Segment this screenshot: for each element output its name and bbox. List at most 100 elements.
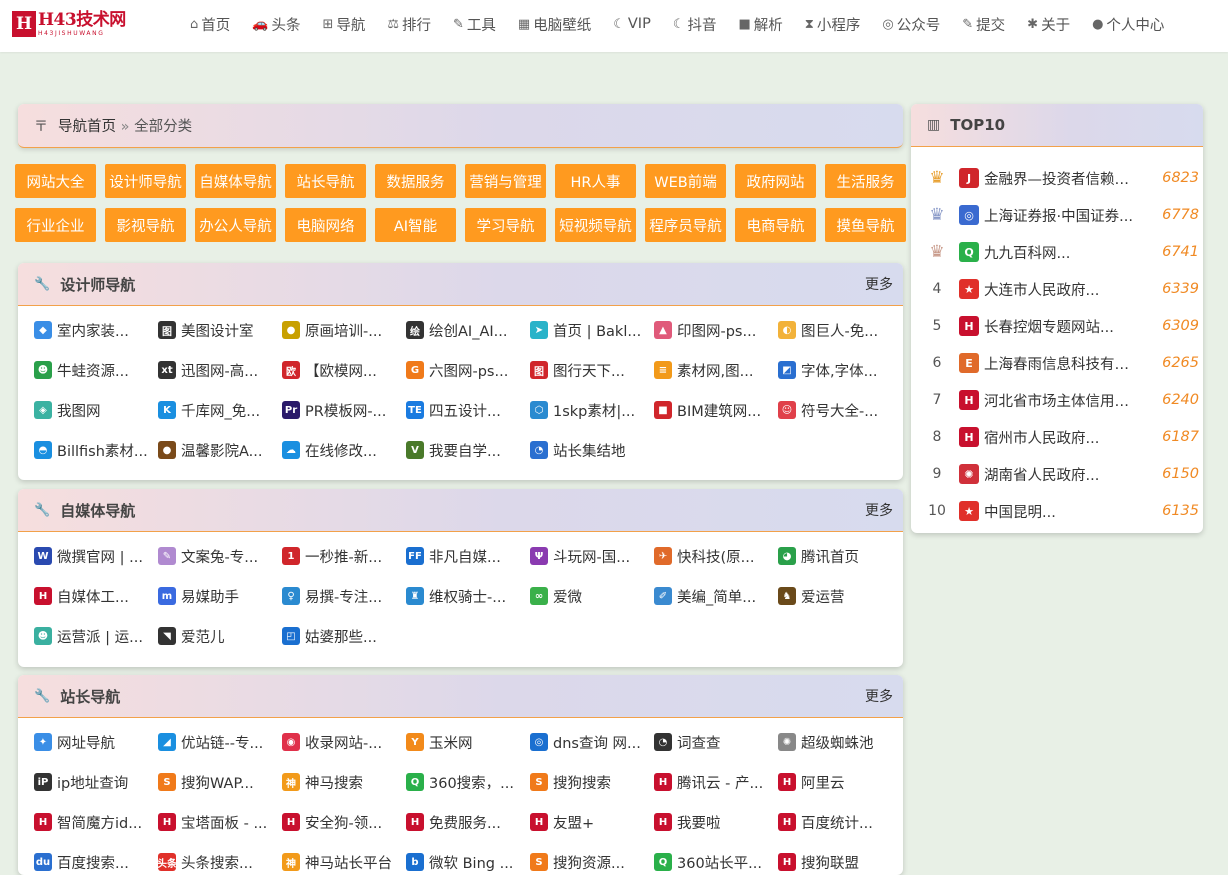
site-link[interactable]: Q 360站长平... bbox=[654, 851, 772, 873]
site-link[interactable]: ➤ 首页 | Bakl... bbox=[530, 319, 648, 341]
site-link[interactable]: FF 非凡自媒... bbox=[406, 545, 524, 567]
top10-row[interactable]: 7 H 河北省市场主体信用信... 6240 bbox=[927, 389, 1199, 411]
nav-item-7[interactable]: ☾ 抖音 bbox=[673, 14, 717, 35]
category-button[interactable]: 摸鱼导航 bbox=[825, 208, 906, 242]
site-link[interactable]: 绘绘创AI_AI... bbox=[406, 319, 524, 341]
site-link[interactable]: ☁ 在线修改... bbox=[282, 439, 400, 461]
category-button[interactable]: 设计师导航 bbox=[105, 164, 186, 198]
site-link[interactable]: Y 玉米网 bbox=[406, 731, 524, 753]
site-link[interactable]: ● 原画培训-... bbox=[282, 319, 400, 341]
site-link[interactable]: H 自媒体工... bbox=[34, 585, 152, 607]
nav-item-11[interactable]: ✎ 提交 bbox=[962, 14, 1005, 35]
site-link[interactable]: H 腾讯云 - 产... bbox=[654, 771, 772, 793]
category-button[interactable]: 生活服务 bbox=[825, 164, 906, 198]
site-link[interactable]: ● 温馨影院A... bbox=[158, 439, 276, 461]
nav-item-5[interactable]: ▦ 电脑壁纸 bbox=[518, 14, 591, 35]
site-link[interactable]: ✺ 超级蜘蛛池 bbox=[778, 731, 896, 753]
nav-item-3[interactable]: ⚖ 排行 bbox=[387, 14, 431, 35]
nav-item-4[interactable]: ✎ 工具 bbox=[453, 14, 496, 35]
top10-row[interactable]: ♛ Q 九九百科网... 6741 bbox=[927, 241, 1199, 263]
site-link[interactable]: iP ip地址查询 bbox=[34, 771, 152, 793]
site-link[interactable]: 欧【欧模网... bbox=[282, 359, 400, 381]
more-link[interactable]: 更多 bbox=[865, 686, 893, 706]
site-link[interactable]: ☻ 运营派 | 运... bbox=[34, 625, 152, 647]
category-button[interactable]: 站长导航 bbox=[285, 164, 366, 198]
category-button[interactable]: 网站大全 bbox=[15, 164, 96, 198]
site-link[interactable]: TE 四五设计... bbox=[406, 399, 524, 421]
site-link[interactable]: K 千库网_免... bbox=[158, 399, 276, 421]
site-link[interactable]: 图美图设计室 bbox=[158, 319, 276, 341]
nav-item-6[interactable]: ☾ VIP bbox=[613, 16, 651, 32]
site-link[interactable]: S 搜狗资源... bbox=[530, 851, 648, 873]
site-link[interactable]: 头条 头条搜索... bbox=[158, 851, 276, 873]
site-link[interactable]: ◕ 腾讯首页 bbox=[778, 545, 896, 567]
site-link[interactable]: 图图行天下... bbox=[530, 359, 648, 381]
site-link[interactable]: ◉ 收录网站-... bbox=[282, 731, 400, 753]
nav-item-13[interactable]: ● 个人中心 bbox=[1092, 14, 1164, 35]
site-link[interactable]: 神神马站长平台 bbox=[282, 851, 400, 873]
category-button[interactable]: AI智能 bbox=[375, 208, 456, 242]
site-link[interactable]: W 微撰官网 | ... bbox=[34, 545, 152, 567]
site-link[interactable]: ◩ 字体,字体... bbox=[778, 359, 896, 381]
site-link[interactable]: ▲ 印图网-ps... bbox=[654, 319, 772, 341]
site-link[interactable]: ≡ 素材网,图... bbox=[654, 359, 772, 381]
site-link[interactable]: Pr PR模板网-... bbox=[282, 399, 400, 421]
category-button[interactable]: 影视导航 bbox=[105, 208, 186, 242]
site-link[interactable]: ✦ 网址导航 bbox=[34, 731, 152, 753]
site-link[interactable]: du 百度搜索... bbox=[34, 851, 152, 873]
site-link[interactable]: ◥ 爱范儿 bbox=[158, 625, 276, 647]
category-button[interactable]: 政府网站 bbox=[735, 164, 816, 198]
category-button[interactable]: 短视频导航 bbox=[555, 208, 636, 242]
site-link[interactable]: ∞ 爱微 bbox=[530, 585, 648, 607]
category-button[interactable]: 自媒体导航 bbox=[195, 164, 276, 198]
site-link[interactable]: ⬡ 1skp素材|... bbox=[530, 399, 648, 421]
top10-row[interactable]: 10 ★ 中国昆明... 6135 bbox=[927, 500, 1199, 522]
site-link[interactable]: S 搜狗搜索 bbox=[530, 771, 648, 793]
category-button[interactable]: 电脑网络 bbox=[285, 208, 366, 242]
site-link[interactable]: Ψ 斗玩网-国... bbox=[530, 545, 648, 567]
category-button[interactable]: WEB前端 bbox=[645, 164, 726, 198]
site-link[interactable]: 神神马搜索 bbox=[282, 771, 400, 793]
more-link[interactable]: 更多 bbox=[865, 274, 893, 294]
site-link[interactable]: ✎ 文案兔-专... bbox=[158, 545, 276, 567]
site-link[interactable]: S 搜狗WAP... bbox=[158, 771, 276, 793]
site-link[interactable]: ☻ 牛蛙资源... bbox=[34, 359, 152, 381]
site-link[interactable]: ☺ 符号大全-... bbox=[778, 399, 896, 421]
nav-item-1[interactable]: 🚗 头条 bbox=[252, 14, 300, 35]
site-link[interactable]: ◐ 图巨人-免... bbox=[778, 319, 896, 341]
site-link[interactable]: 1 一秒推-新... bbox=[282, 545, 400, 567]
top10-row[interactable]: 8 H 宿州市人民政府... 6187 bbox=[927, 426, 1199, 448]
site-link[interactable]: ◔ 站长集结地 bbox=[530, 439, 648, 461]
site-link[interactable]: H 阿里云 bbox=[778, 771, 896, 793]
site-link[interactable]: ◆ 室内家装... bbox=[34, 319, 152, 341]
nav-item-12[interactable]: ✱ 关于 bbox=[1027, 14, 1070, 35]
site-link[interactable]: ◢ 优站链--专... bbox=[158, 731, 276, 753]
site-link[interactable]: ✈ 快科技(原... bbox=[654, 545, 772, 567]
top10-row[interactable]: 9 ✺ 湖南省人民政府... 6150 bbox=[927, 463, 1199, 485]
site-link[interactable]: V 我要自学... bbox=[406, 439, 524, 461]
nav-item-10[interactable]: ◎ 公众号 bbox=[882, 14, 940, 35]
nav-item-9[interactable]: ⧗ 小程序 bbox=[805, 14, 861, 35]
top10-row[interactable]: 6 E 上海春雨信息科技有限... 6265 bbox=[927, 352, 1199, 374]
site-link[interactable]: H 安全狗-领... bbox=[282, 811, 400, 833]
site-link[interactable]: ♀ 易撰-专注... bbox=[282, 585, 400, 607]
site-link[interactable]: H 搜狗联盟 bbox=[778, 851, 896, 873]
nav-item-2[interactable]: ⊞ 导航 bbox=[322, 14, 365, 35]
category-button[interactable]: 程序员导航 bbox=[645, 208, 726, 242]
site-link[interactable]: xt 迅图网-高... bbox=[158, 359, 276, 381]
site-link[interactable]: ✐ 美编_简单... bbox=[654, 585, 772, 607]
breadcrumb-home[interactable]: 导航首页 bbox=[58, 119, 116, 135]
site-link[interactable]: b 微软 Bing ... bbox=[406, 851, 524, 873]
site-logo[interactable]: H H43技术网 H43JISHUWANG bbox=[12, 10, 126, 38]
site-link[interactable]: ◎ dns查询 网... bbox=[530, 731, 648, 753]
site-link[interactable]: ◰ 姑婆那些... bbox=[282, 625, 400, 647]
top10-row[interactable]: 4 ★ 大连市人民政府... 6339 bbox=[927, 278, 1199, 300]
more-link[interactable]: 更多 bbox=[865, 500, 893, 520]
site-link[interactable]: m 易媒助手 bbox=[158, 585, 276, 607]
site-link[interactable]: H 免费服务... bbox=[406, 811, 524, 833]
site-link[interactable]: H 百度统计... bbox=[778, 811, 896, 833]
category-button[interactable]: 营销与管理 bbox=[465, 164, 546, 198]
category-button[interactable]: 学习导航 bbox=[465, 208, 546, 242]
category-button[interactable]: 电商导航 bbox=[735, 208, 816, 242]
site-link[interactable]: ◓ Billfish素材... bbox=[34, 439, 152, 461]
